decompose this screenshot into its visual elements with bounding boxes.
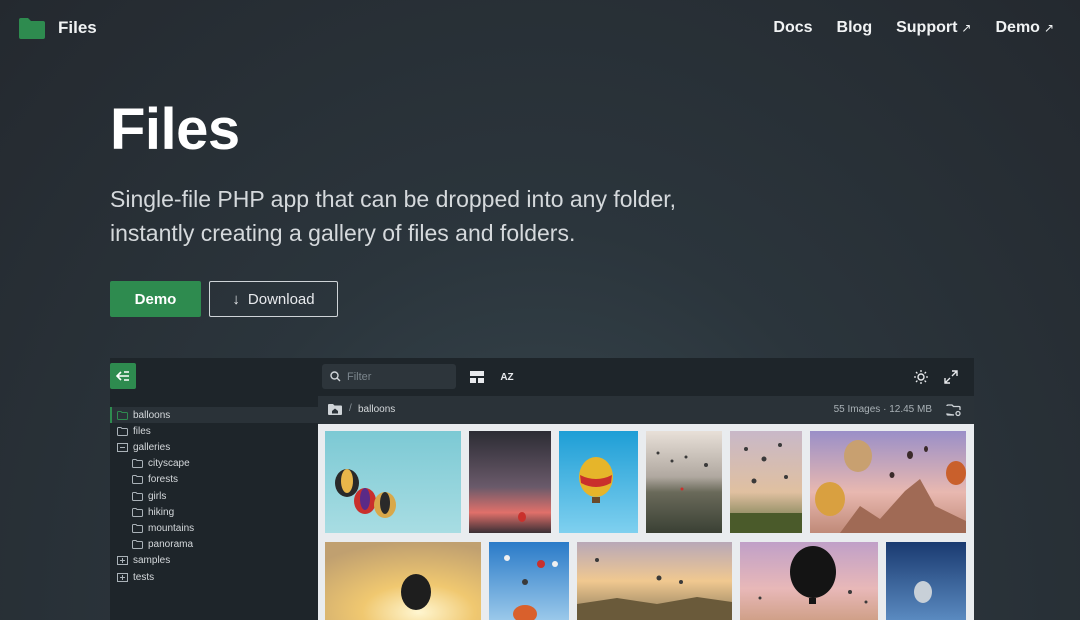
hero-subtitle-line1: Single-file PHP app that can be dropped … [110, 186, 677, 212]
image-thumbnail[interactable] [559, 431, 638, 533]
image-thumbnail[interactable] [489, 542, 569, 620]
tree-item-label: balloons [133, 409, 171, 421]
brand-name: Files [58, 18, 97, 37]
tree-item-label: samples [133, 555, 171, 567]
folder-tree: balloons files galleries cityscape forests gi… [110, 396, 318, 620]
tree-item[interactable]: cityscape [110, 456, 190, 472]
theme-button[interactable] [912, 368, 930, 386]
app-toolbar: AZ [110, 358, 974, 396]
home-folder-icon[interactable] [328, 403, 342, 415]
tree-item-label: galleries [133, 441, 171, 453]
layout-icon [470, 371, 484, 383]
tree-item[interactable]: galleries [110, 439, 170, 455]
tree-item[interactable]: samples [110, 553, 170, 569]
nav-demo-label: Demo [995, 19, 1040, 36]
tree-item[interactable]: hiking [110, 504, 174, 520]
download-button[interactable]: ↓ Download [209, 281, 338, 317]
download-label: Download [247, 290, 315, 308]
tree-item-label: forests [148, 474, 179, 486]
folder-icon [132, 507, 143, 517]
nav-docs[interactable]: Docs [773, 19, 812, 37]
folder-icon [117, 426, 128, 436]
folder-icon [132, 475, 143, 485]
folder-icon [132, 523, 143, 533]
external-link-icon: ↗ [961, 21, 972, 35]
tree-item-label: tests [133, 571, 155, 583]
image-thumbnail[interactable] [810, 431, 966, 533]
tree-item[interactable]: mountains [110, 520, 194, 536]
folder-icon [132, 540, 143, 550]
image-thumbnail[interactable] [886, 542, 966, 620]
folder-stats: 55 Images · 12.45 MB [833, 404, 932, 415]
hero-title: Files [110, 97, 240, 162]
image-thumbnail[interactable] [730, 431, 802, 533]
tree-item-label: hiking [148, 506, 175, 518]
folder-icon [18, 16, 46, 40]
breadcrumb-bar: / balloons 55 Images · 12.45 MB [318, 396, 974, 424]
tree-item-label: panorama [148, 539, 194, 551]
sort-button[interactable]: AZ [498, 368, 516, 386]
nav-blog[interactable]: Blog [837, 19, 873, 37]
tree-item[interactable]: girls [110, 488, 166, 504]
collapse-sidebar-icon [116, 371, 129, 381]
image-thumbnail[interactable] [577, 542, 732, 620]
nav-support-label: Support [896, 19, 958, 36]
external-link-icon: ↗ [1043, 21, 1054, 35]
tree-item-label: files [133, 425, 151, 437]
filter-box[interactable] [322, 364, 456, 389]
image-thumbnail[interactable] [646, 431, 722, 533]
hero-subtitle: Single-file PHP app that can be dropped … [110, 182, 710, 250]
fullscreen-button[interactable] [942, 368, 960, 386]
breadcrumb-separator: / [349, 403, 352, 414]
top-nav: Files Docs Blog Support ↗ Demo ↗ [0, 0, 1080, 58]
nav-demo[interactable]: Demo ↗ [995, 19, 1054, 37]
hero-subtitle-line2: instantly creating a gallery of files an… [110, 220, 576, 246]
download-icon: ↓ [232, 290, 240, 308]
folder-icon [117, 410, 128, 420]
image-thumbnail[interactable] [469, 431, 551, 533]
folder-plus-icon [117, 572, 128, 582]
breadcrumb-current[interactable]: balloons [358, 404, 395, 415]
nav-links: Docs Blog Support ↗ Demo ↗ [773, 19, 1054, 37]
folder-plus-icon [117, 556, 128, 566]
brand[interactable]: Files [18, 16, 97, 40]
layout-button[interactable] [468, 368, 486, 386]
tree-item[interactable]: tests [110, 569, 154, 585]
image-thumbnail[interactable] [740, 542, 878, 620]
tree-item-label: mountains [148, 522, 195, 534]
sidebar-toggle-button[interactable] [110, 363, 136, 389]
image-thumbnail[interactable] [325, 542, 481, 620]
demo-button[interactable]: Demo [110, 281, 201, 317]
folder-settings-icon[interactable] [946, 403, 962, 417]
tree-item[interactable]: forests [110, 472, 178, 488]
filter-input[interactable] [347, 370, 442, 383]
tree-item-label: cityscape [148, 458, 190, 470]
app-preview: AZ balloons files galleries cityscape forest… [110, 358, 974, 620]
tree-item[interactable]: balloons [110, 407, 318, 423]
folder-icon [132, 491, 143, 501]
search-icon [330, 371, 341, 382]
tree-item-label: girls [148, 490, 167, 502]
folder-icon [132, 459, 143, 469]
sun-icon [914, 370, 928, 384]
gallery-area: / balloons 55 Images · 12.45 MB [318, 396, 974, 620]
nav-support[interactable]: Support ↗ [896, 19, 971, 37]
folder-minus-icon [117, 442, 128, 452]
tree-item[interactable]: panorama [110, 537, 193, 553]
image-thumbnail[interactable] [325, 431, 461, 533]
tree-item[interactable]: files [110, 423, 151, 439]
expand-icon [944, 370, 958, 384]
